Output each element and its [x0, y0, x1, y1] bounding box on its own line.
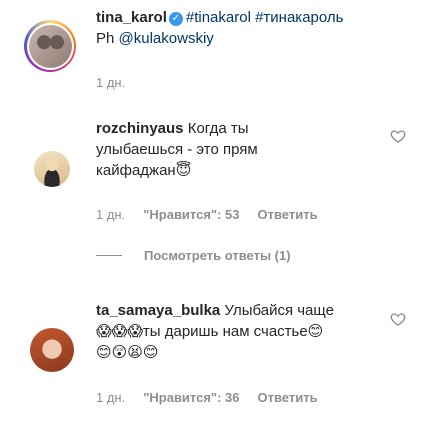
- avatar-image: [28, 24, 72, 68]
- likes-count[interactable]: "Нравится": 36: [143, 390, 239, 405]
- post-author-username[interactable]: tina_karol: [96, 9, 167, 26]
- heart-icon[interactable]: [390, 311, 406, 327]
- comment-username[interactable]: rozchinyaus: [96, 120, 184, 137]
- post-author-avatar[interactable]: [24, 20, 76, 72]
- commenter-avatar[interactable]: [34, 151, 70, 187]
- heart-icon[interactable]: [390, 128, 406, 144]
- hashtag-link[interactable]: #tinakarol: [186, 9, 251, 26]
- verified-badge-icon: ✓: [168, 12, 183, 26]
- likes-count[interactable]: "Нравится": 53: [143, 207, 239, 222]
- replies-divider: [96, 255, 122, 256]
- comment-username[interactable]: ta_samaya_bulka: [96, 302, 220, 319]
- commenter-avatar[interactable]: [30, 328, 74, 372]
- comment-timestamp[interactable]: 1 дн.: [96, 207, 125, 222]
- comment-body: rozchinyaus Когда ты улыбаешься - это пр…: [96, 118, 296, 181]
- post-timestamp[interactable]: 1 дн.: [96, 75, 125, 90]
- comment-meta: 1 дн. "Нравится": 53 Ответить: [96, 207, 336, 222]
- reply-button[interactable]: Ответить: [258, 207, 318, 222]
- reply-button[interactable]: Ответить: [258, 390, 318, 405]
- comment-timestamp[interactable]: 1 дн.: [96, 390, 125, 405]
- mention-link[interactable]: @kulakowskiy: [119, 30, 214, 47]
- view-replies-label: Посмотреть ответы (1): [144, 248, 291, 263]
- comment-meta: 1 дн. "Нравится": 36 Ответить: [96, 390, 336, 405]
- comment-body: ta_samaya_bulka Улыбайся чаще😱😱😱ты дариш…: [96, 300, 336, 363]
- post-caption: tina_karol ✓ #tinakarol #тинакароль Ph @ku…: [96, 7, 416, 49]
- post-meta: 1 дн.: [96, 75, 143, 90]
- caption-text: Ph: [96, 30, 115, 47]
- view-replies-button[interactable]: Посмотреть ответы (1): [96, 248, 291, 263]
- hashtag-link[interactable]: #тинакароль: [255, 9, 343, 26]
